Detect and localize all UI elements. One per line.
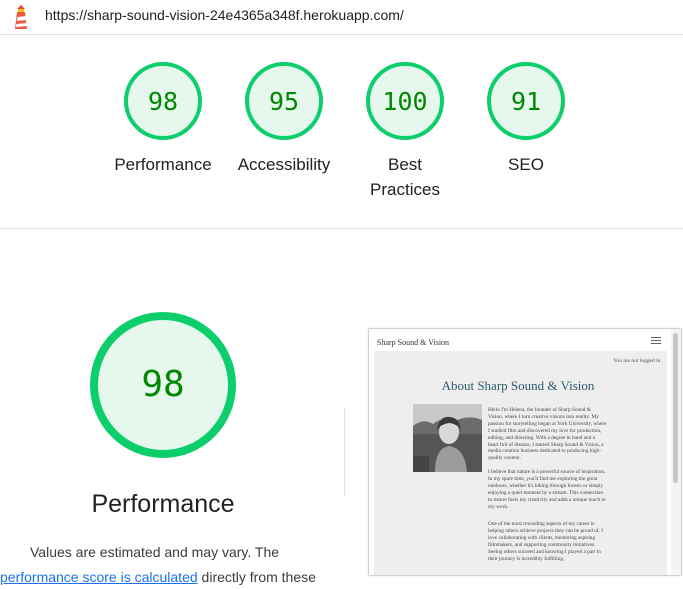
score-calculation-link[interactable]: performance score is calculated xyxy=(0,569,198,585)
gauge-performance[interactable]: 98 Performance xyxy=(103,60,223,177)
gauge-label: SEO xyxy=(508,155,544,174)
gauge-score: 91 xyxy=(511,87,541,116)
section-divider xyxy=(0,228,683,229)
performance-title: Performance xyxy=(91,490,235,518)
performance-score-gauge: 98 xyxy=(90,312,236,458)
gauge-score: 95 xyxy=(269,87,299,116)
gauge-seo[interactable]: 91 SEO xyxy=(466,60,586,177)
gauge-accessibility[interactable]: 95 Accessibility xyxy=(224,60,344,177)
performance-score: 98 xyxy=(141,364,184,405)
score-gauge-ring: 91 xyxy=(487,62,565,140)
profile-photo xyxy=(413,404,482,472)
gauge-label: Accessibility xyxy=(237,155,331,174)
scrollbar-thumb[interactable] xyxy=(673,333,678,483)
site-brand: Sharp Sound & Vision xyxy=(377,338,450,347)
login-status: You are not logged in xyxy=(613,358,661,364)
about-paragraph-2: I believe that nature is a powerful sour… xyxy=(488,469,606,510)
site-header: Sharp Sound & Vision xyxy=(369,329,669,351)
url-bar: https://sharp-sound-vision-24e4365a348f.… xyxy=(0,0,683,35)
description-text: Values are estimated and may vary. The xyxy=(30,544,280,560)
about-paragraph-3: One of the most rewarding aspects of my … xyxy=(488,521,604,562)
final-screenshot[interactable]: Sharp Sound & Vision You are not logged … xyxy=(368,328,682,576)
description-text: directly from these xyxy=(197,569,316,585)
score-gauge-ring: 95 xyxy=(245,62,323,140)
page-url[interactable]: https://sharp-sound-vision-24e4365a348f.… xyxy=(45,7,404,23)
gauge-score: 98 xyxy=(148,87,178,116)
gauge-label: Best Practices xyxy=(370,155,440,199)
vertical-separator xyxy=(344,408,345,496)
about-paragraph-1: Hello I'm Helena, the founder of Sharp S… xyxy=(488,407,607,462)
score-gauge-ring: 98 xyxy=(124,62,202,140)
about-heading: About Sharp Sound & Vision xyxy=(441,378,595,393)
score-gauge-ring: 100 xyxy=(366,62,444,140)
thumbnail-scrollbar[interactable] xyxy=(671,329,681,575)
gauge-label: Performance xyxy=(114,155,212,174)
description-line-2: performance score is calculated directly… xyxy=(0,565,316,589)
gauge-score: 100 xyxy=(382,87,427,116)
lighthouse-icon xyxy=(15,5,27,29)
hamburger-icon xyxy=(651,337,661,345)
gauge-best-practices[interactable]: 100 Best Practices xyxy=(345,60,465,202)
